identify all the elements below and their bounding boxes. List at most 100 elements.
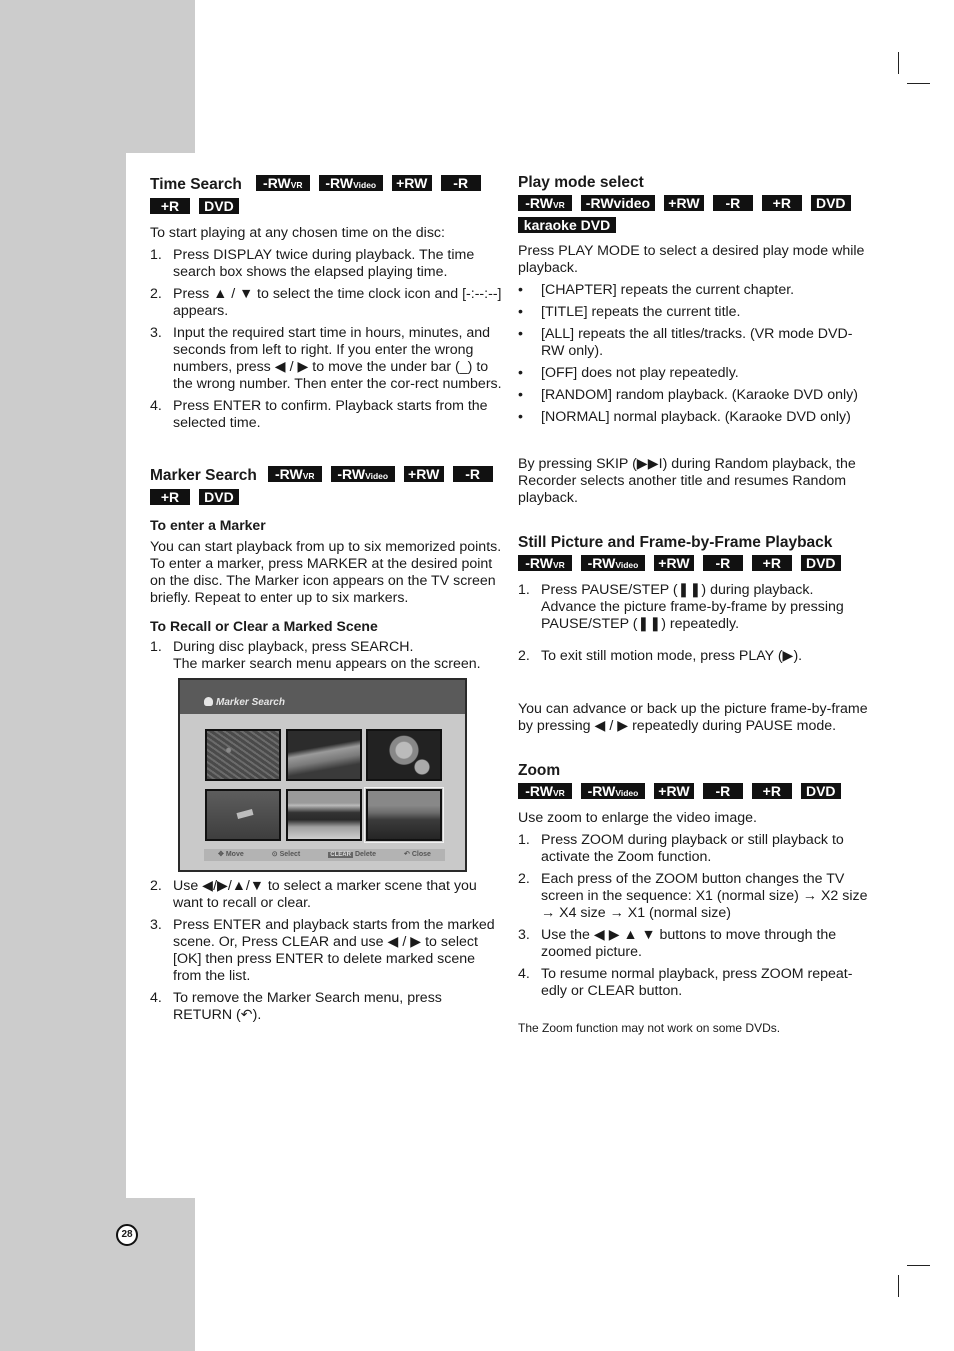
- badge-dvd: DVD: [800, 783, 841, 799]
- page-margin-bottom-left: [0, 1198, 195, 1351]
- bullet: •: [518, 282, 523, 298]
- clear-button-icon: CLEAR: [328, 852, 353, 858]
- badge-subtext: VR: [302, 471, 315, 481]
- recall-marker-heading: To Recall or Clear a Marked Scene: [150, 618, 378, 634]
- badge-text: -RW: [337, 466, 366, 482]
- step-text: Press ▲ / ▼ to select the time clock ico…: [173, 286, 502, 319]
- zoom-title: Zoom: [518, 762, 561, 779]
- list-item: • [CHAPTER] repeats the current chapter.: [518, 282, 868, 299]
- badge-karaoke-dvd: karaoke DVD: [518, 217, 616, 233]
- footer-label: Select: [279, 851, 301, 858]
- list-item: 3. Input the required start time in hours…: [150, 325, 502, 393]
- recall-steps-first: 1. During disc playback, press SEARCH. The…: [150, 639, 502, 673]
- marker-thumbnail-6-selected[interactable]: [364, 787, 444, 843]
- badge-plus-r: +R: [751, 783, 792, 799]
- list-item: 4. To remove the Marker Search menu, pres…: [150, 990, 502, 1024]
- time-search-intro: To start playing at any chosen time on t…: [150, 225, 445, 241]
- footer-label: Delete: [354, 851, 376, 858]
- play-mode-options: • [CHAPTER] repeats the current chapter. …: [518, 282, 868, 426]
- osd-footer-bar: ✥ Move ⊙ Select CLEAR Delete ↶ Close: [204, 849, 445, 861]
- footer-label: Move: [225, 851, 244, 858]
- badge-rw-vr: -RWVR: [518, 555, 572, 571]
- bullet: •: [518, 365, 523, 381]
- step-text: The marker search menu appears on the sc…: [173, 656, 481, 672]
- list-item: 1. During disc playback, press SEARCH. The…: [150, 639, 502, 673]
- badge-minus-r: -R: [452, 466, 493, 482]
- enter-marker-heading: To enter a Marker: [150, 517, 266, 533]
- marker-thumbnail-5[interactable]: [286, 789, 362, 841]
- step-text: To resume normal playback, press ZOOM re…: [541, 966, 853, 999]
- list-item: • [RANDOM] random playback. (Karaoke DVD …: [518, 387, 868, 404]
- page-margin-left: [0, 153, 126, 1198]
- badge-subtext: Video: [365, 471, 389, 481]
- option-text: [OFF] does not play repeatedly.: [541, 365, 739, 381]
- right-column: Play mode select -RWVR -RWvideo +RW -R +…: [518, 172, 868, 1042]
- play-mode-note: By pressing SKIP (▶▶I) during Random pla…: [518, 456, 856, 506]
- step-number: 3.: [150, 325, 162, 341]
- badge-minus-r: -R: [702, 783, 743, 799]
- play-mode-section: Play mode select -RWVR -RWvideo +RW -R +…: [518, 172, 868, 507]
- play-mode-intro: Press PLAY MODE to select a desired play…: [518, 243, 865, 276]
- list-item: 3. Use the ◀ ▶ ▲ ▼ buttons to move throug…: [518, 927, 868, 961]
- marker-thumbnail-1[interactable]: [205, 729, 281, 781]
- time-search-steps: 1. Press DISPLAY twice during playback. T…: [150, 247, 502, 432]
- step-number: 4.: [150, 398, 162, 414]
- step-text: Each press of the ZOOM button changes th…: [541, 871, 868, 921]
- enter-marker-text: You can start playback from up to six me…: [150, 539, 502, 606]
- step-text: Press PAUSE/STEP (❚❚) during playback. A…: [541, 582, 844, 632]
- osd-title: Marker Search: [204, 694, 285, 711]
- badge-rw-vr: -RWVR: [518, 195, 572, 211]
- badge-text: -RW: [274, 466, 303, 482]
- badge-plus-rw: +RW: [653, 555, 694, 571]
- option-text: [RANDOM] random playback. (Karaoke DVD o…: [541, 387, 858, 403]
- option-text: [CHAPTER] repeats the current chapter.: [541, 282, 795, 298]
- badge-text: -RW: [525, 783, 553, 799]
- badge-text: -RW: [525, 555, 553, 571]
- bullet: •: [518, 304, 523, 320]
- badge-text: -RW: [587, 783, 616, 799]
- step-text: Press ENTER and playback starts from the…: [173, 917, 495, 984]
- step-number: 3.: [518, 927, 530, 943]
- step-number: 2.: [150, 286, 162, 302]
- still-picture-steps: 1. Press PAUSE/STEP (❚❚) during playback.…: [518, 582, 868, 665]
- move-icon: ✥: [218, 851, 224, 858]
- time-search-section: Time Search -RWVR -RWVideo +RW -R +R DVD…: [150, 174, 502, 432]
- badge-rw-vr: -RWVR: [267, 466, 322, 482]
- footer-label: Close: [411, 851, 431, 858]
- badge-plus-r: +R: [751, 555, 792, 571]
- badge-subtext: VR: [552, 788, 565, 798]
- badge-plus-r: +R: [761, 195, 802, 211]
- badge-dvd: DVD: [800, 555, 841, 571]
- step-number: 2.: [518, 871, 530, 887]
- badge-subtext: Video: [353, 180, 377, 190]
- badge-text: -RW: [525, 195, 553, 211]
- step-number: 2.: [518, 648, 530, 664]
- badge-plus-rw: +RW: [653, 783, 694, 799]
- badge-plus-r: +R: [150, 198, 190, 214]
- osd-footer-delete: CLEAR Delete: [328, 849, 376, 861]
- osd-title-text: Marker Search: [216, 697, 285, 708]
- crop-mark-top-vertical: [898, 52, 899, 74]
- list-item: • [NORMAL] normal playback. (Karaoke DVD …: [518, 409, 868, 426]
- badge-subtext: VR: [290, 180, 303, 190]
- step-text: Input the required start time in hours, …: [173, 325, 502, 392]
- bullet: •: [518, 387, 523, 403]
- marker-thumbnail-3[interactable]: [366, 729, 442, 781]
- list-item: 2. Each press of the ZOOM button changes …: [518, 871, 868, 922]
- step-number: 1.: [150, 247, 162, 263]
- list-item: 4. Press ENTER to confirm. Playback start…: [150, 398, 502, 432]
- list-item: • [ALL] repeats the all titles/tracks. (V…: [518, 326, 868, 360]
- time-search-title: Time Search: [150, 176, 242, 193]
- badge-rw-video: -RWVideo: [580, 783, 645, 799]
- step-number: 3.: [150, 917, 162, 933]
- badge-subtext: Video: [615, 560, 639, 570]
- page-number: 28: [116, 1224, 138, 1246]
- badge-plus-rw: +RW: [663, 195, 704, 211]
- badge-minus-r: -R: [712, 195, 753, 211]
- list-item: 4. To resume normal playback, press ZOOM …: [518, 966, 868, 1000]
- badge-rw-video: -RWVideo: [330, 466, 395, 482]
- marker-thumbnail-4[interactable]: [205, 789, 281, 841]
- badge-plus-rw: +RW: [391, 175, 432, 191]
- zoom-steps: 1. Press ZOOM during playback or still pl…: [518, 832, 868, 1000]
- marker-thumbnail-2[interactable]: [286, 729, 362, 781]
